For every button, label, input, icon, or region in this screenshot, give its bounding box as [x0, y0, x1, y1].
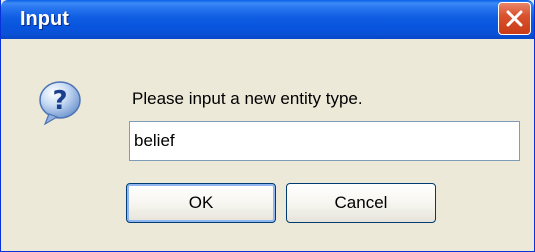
- close-icon: [506, 10, 523, 27]
- cancel-button[interactable]: Cancel: [286, 183, 436, 223]
- close-button[interactable]: [498, 2, 531, 35]
- dialog-title: Input: [20, 8, 69, 30]
- prompt-label: Please input a new entity type.: [132, 89, 363, 108]
- question-icon: ?: [39, 81, 81, 126]
- ok-button[interactable]: OK: [126, 183, 276, 223]
- input-dialog: Input ? Please input a new entity type. …: [0, 0, 535, 252]
- title-bar[interactable]: Input: [1, 0, 534, 39]
- svg-text:?: ?: [52, 86, 67, 116]
- entity-type-input[interactable]: [129, 121, 520, 161]
